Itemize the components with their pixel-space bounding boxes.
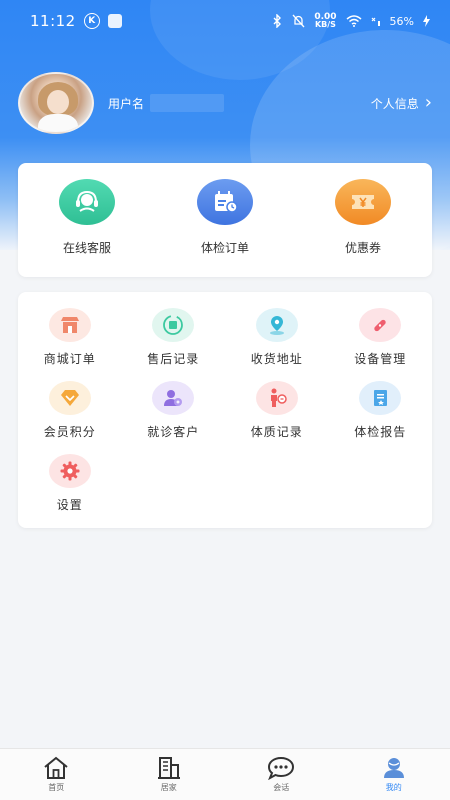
nav-home[interactable]: 首页 [11, 756, 101, 793]
member-points-label: 会员积分 [43, 425, 96, 439]
services-card: 商城订单 售后记录 收货地址 设备管理 会员积分 就诊客户 体质记录 体检报告 … [18, 292, 432, 528]
bottom-navigation: 首页 居家 会话 我的 [0, 748, 450, 800]
checkup-report-button[interactable]: 体检报告 [329, 381, 433, 440]
after-sales-icon [152, 308, 195, 342]
username-value [150, 94, 225, 112]
shop-order-button[interactable]: 商城订单 [18, 308, 122, 367]
profile-info-link[interactable]: 个人信息 › [371, 94, 432, 112]
coupon-icon [335, 179, 391, 225]
wifi-icon [346, 15, 362, 27]
settings-label: 设置 [56, 498, 83, 512]
profile-info-label: 个人信息 [370, 96, 419, 111]
device-management-button[interactable]: 设备管理 [329, 308, 433, 367]
home-icon [41, 756, 71, 780]
online-service-button[interactable]: 在线客服 [27, 179, 147, 277]
nav-chat[interactable]: 会话 [236, 756, 326, 793]
constitution-record-button[interactable]: 体质记录 [225, 381, 329, 440]
avatar-body [38, 114, 78, 132]
bluetooth-icon [271, 14, 283, 28]
network-speed: 0.00 KB/S [314, 13, 336, 29]
headset-icon [59, 179, 115, 225]
shop-icon [48, 308, 91, 342]
user-info-row: 用户名 个人信息 › [18, 72, 432, 134]
status-time: 11:12 [30, 12, 76, 30]
shop-order-label: 商城订单 [43, 352, 96, 366]
nav-profile-label: 我的 [385, 783, 402, 792]
nav-home-care[interactable]: 居家 [124, 756, 214, 793]
quick-actions-card: 在线客服 体检订单 优惠券 [18, 163, 432, 277]
points-icon [48, 381, 91, 415]
coupon-label: 优惠券 [344, 241, 381, 255]
after-sales-button[interactable]: 售后记录 [122, 308, 226, 367]
coupon-button[interactable]: 优惠券 [303, 179, 423, 277]
charging-icon [423, 15, 430, 27]
chat-icon [266, 756, 296, 780]
username-label: 用户名 [108, 96, 145, 111]
avatar[interactable] [18, 72, 94, 134]
constitution-icon [255, 381, 298, 415]
report-icon [359, 381, 402, 415]
patient-clients-label: 就诊客户 [147, 425, 200, 439]
nav-home-care-label: 居家 [160, 783, 177, 792]
shipping-address-label: 收货地址 [250, 352, 303, 366]
device-management-label: 设备管理 [354, 352, 407, 366]
building-icon [154, 756, 184, 780]
settings-icon [48, 454, 91, 488]
k-badge-icon: K [83, 13, 100, 29]
checkup-order-button[interactable]: 体检订单 [165, 179, 285, 277]
network-speed-unit: KB/S [314, 20, 336, 29]
member-points-button[interactable]: 会员积分 [18, 381, 122, 440]
patient-icon [152, 381, 195, 415]
device-icon [359, 308, 402, 342]
nav-home-label: 首页 [48, 783, 65, 792]
checkup-order-label: 体检订单 [200, 241, 249, 255]
checkup-report-label: 体检报告 [354, 425, 407, 439]
app-notification-icon [107, 14, 122, 28]
avatar-face [47, 90, 69, 114]
online-service-label: 在线客服 [62, 241, 111, 255]
battery-level: 56% [389, 14, 414, 28]
profile-icon [379, 756, 409, 780]
bell-muted-icon [292, 14, 305, 28]
status-bar: 11:12 K 0.00 KB/S 56% [0, 0, 450, 42]
nav-profile[interactable]: 我的 [349, 756, 439, 793]
after-sales-label: 售后记录 [147, 352, 200, 366]
nav-chat-label: 会话 [273, 783, 290, 792]
settings-button[interactable]: 设置 [18, 454, 122, 513]
chevron-right-icon: › [424, 92, 432, 113]
signal-icon [371, 15, 381, 27]
calendar-icon [197, 179, 253, 225]
constitution-record-label: 体质记录 [250, 425, 303, 439]
patient-clients-button[interactable]: 就诊客户 [122, 381, 226, 440]
services-grid: 商城订单 售后记录 收货地址 设备管理 会员积分 就诊客户 体质记录 体检报告 … [18, 308, 432, 513]
shipping-address-button[interactable]: 收货地址 [225, 308, 329, 367]
location-icon [255, 308, 298, 342]
